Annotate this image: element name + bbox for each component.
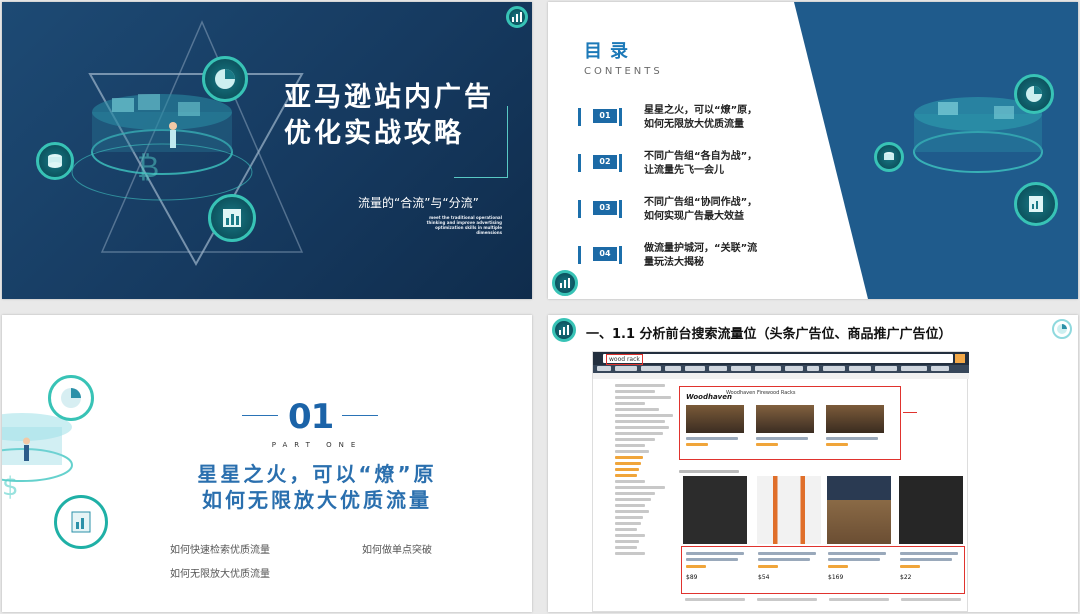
amazon-screenshot: wood rack Woodhaven Woodhaven Firewood R… xyxy=(592,351,969,612)
toc-number: 04 xyxy=(578,246,622,264)
part-heading: 星星之火，可以“燎”原 如何无限放大优质流量 xyxy=(172,461,462,513)
divider-right xyxy=(342,415,378,416)
toc-text-line2: 如何无限放大优质流量 xyxy=(644,119,744,130)
contents-subtitle: CONTENTS xyxy=(584,66,663,77)
toc-text-line1: 做流量护城河，“关联”流 xyxy=(644,243,758,254)
pie-chart-icon xyxy=(1014,74,1054,114)
part-number: 01 xyxy=(288,397,334,437)
product-image[interactable] xyxy=(756,405,814,433)
banner-title: Woodhaven Firewood Racks xyxy=(726,390,796,396)
product-image[interactable] xyxy=(686,405,744,433)
product-image[interactable] xyxy=(683,476,747,544)
logo-badge-icon xyxy=(552,270,578,296)
toc-number: 01 xyxy=(578,108,622,126)
amazon-sidebar xyxy=(615,384,677,558)
coin-stack-icon xyxy=(36,142,74,180)
product-image[interactable] xyxy=(826,405,884,433)
product-image[interactable] xyxy=(899,476,963,544)
part-heading-line2: 如何无限放大优质流量 xyxy=(202,488,432,512)
search-term: wood rack xyxy=(606,354,643,365)
product-price: $89 xyxy=(686,574,698,581)
toc-number-label: 02 xyxy=(593,155,617,169)
toc-text: 不同广告组“各自为战”， 让流量先飞一会儿 xyxy=(644,150,794,178)
toc-number: 03 xyxy=(578,200,622,218)
slide-grid: ₿ 亚马逊站内广告 优化实战攻略 流量的“合流”与“分流” meet the t… xyxy=(0,0,1080,614)
toc-text-line2: 如何实现广告最大效益 xyxy=(644,211,744,222)
toc-text: 不同广告组“协同作战”， 如何实现广告最大效益 xyxy=(644,196,794,224)
product-price: $169 xyxy=(828,574,844,581)
logo-badge-icon xyxy=(552,318,576,342)
cover-title: 亚马逊站内广告 优化实战攻略 xyxy=(284,80,494,152)
coin-icon xyxy=(874,142,904,172)
toc-text: 星星之火，可以“燎”原， 如何无限放大优质流量 xyxy=(644,104,794,132)
slide-cover[interactable]: ₿ 亚马逊站内广告 优化实战攻略 流量的“合流”与“分流” meet the t… xyxy=(2,2,532,299)
toc-number: 02 xyxy=(578,154,622,172)
product-price: $54 xyxy=(758,574,770,581)
toc-number-label: 04 xyxy=(593,247,617,261)
toc-text-line1: 星星之火，可以“燎”原， xyxy=(644,105,758,116)
headline-ad-highlight: Woodhaven Woodhaven Firewood Racks xyxy=(679,386,901,460)
product-price: $22 xyxy=(900,574,912,581)
toc-number-label: 01 xyxy=(593,109,617,123)
cover-title-line1: 亚马逊站内广告 xyxy=(284,82,494,113)
results-bar xyxy=(593,373,969,379)
topic-link-1[interactable]: 如何快速检索优质流量 xyxy=(170,541,270,556)
part-label: PART ONE xyxy=(271,441,363,449)
cover-title-line2: 优化实战攻略 xyxy=(284,118,464,149)
part-heading-line1: 星星之火，可以“燎”原 xyxy=(197,462,437,486)
svg-text:$: $ xyxy=(2,472,19,502)
cover-tiny-text: meet the traditional operational thinkin… xyxy=(426,215,502,235)
amazon-nav xyxy=(593,365,969,373)
toc-number-label: 03 xyxy=(593,201,617,215)
toc-text: 做流量护城河，“关联”流 量玩法大揭秘 xyxy=(644,242,794,270)
arrow-indicator xyxy=(903,412,917,413)
analysis-title: 一、1.1 分析前台搜索流量位（头条广告位、商品推广广告位） xyxy=(586,327,952,342)
contents-title: 目录 xyxy=(584,41,636,62)
pie-chart-icon xyxy=(1052,319,1072,339)
pie-chart-icon xyxy=(48,375,94,421)
svg-text:₿: ₿ xyxy=(137,150,159,185)
topic-link-2[interactable]: 如何做单点突破 xyxy=(362,541,432,556)
search-icon[interactable] xyxy=(955,354,965,363)
toc-text-line1: 不同广告组“协同作战”， xyxy=(644,197,758,208)
sponsored-ads-highlight: $89 $54 $169 $22 xyxy=(681,546,965,594)
topic-link-3[interactable]: 如何无限放大优质流量 xyxy=(170,565,270,580)
bar-chart-icon xyxy=(208,194,256,242)
slide-part-one[interactable]: $ 01 PART ONE 星星之火，可以“燎”原 如何无限放大优质流量 如何快… xyxy=(2,315,532,612)
toc-text-line2: 量玩法大揭秘 xyxy=(644,257,704,268)
product-image[interactable] xyxy=(757,476,821,544)
slide-contents[interactable]: 目录 CONTENTS 01 星星之火，可以“燎”原， 如何无限放大优质流量 0… xyxy=(548,2,1078,299)
toc-text-line1: 不同广告组“各自为战”， xyxy=(644,151,758,162)
product-image[interactable] xyxy=(827,476,891,544)
divider-left xyxy=(242,415,278,416)
cover-subtitle: 流量的“合流”与“分流” xyxy=(358,196,479,210)
amazon-header: wood rack xyxy=(593,352,969,365)
report-icon xyxy=(54,495,108,549)
slide-search-analysis[interactable]: 一、1.1 分析前台搜索流量位（头条广告位、商品推广广告位） wood rack xyxy=(548,315,1078,612)
pie-chart-icon xyxy=(202,56,248,102)
toc-text-line2: 让流量先飞一会儿 xyxy=(644,165,724,176)
report-icon xyxy=(1014,182,1058,226)
logo-badge-icon xyxy=(506,6,528,28)
amazon-search-box[interactable]: wood rack xyxy=(603,354,953,365)
